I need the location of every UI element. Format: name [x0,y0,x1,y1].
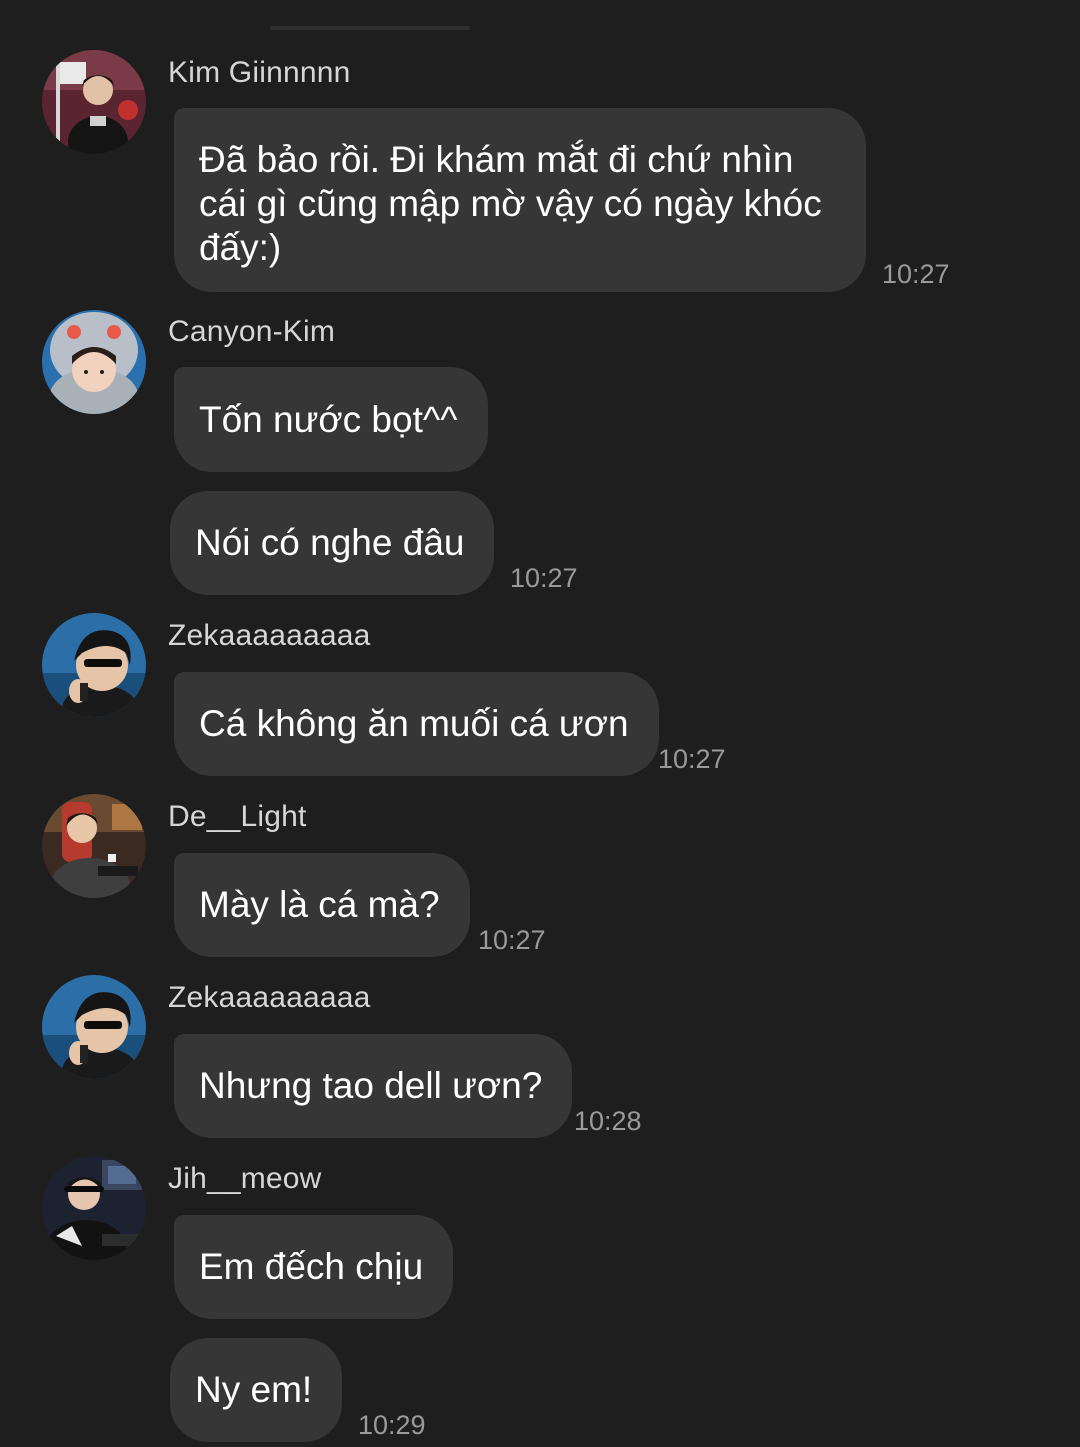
message-bubble[interactable]: Nói có nghe đâu [170,491,495,595]
avatar-canyon-kim[interactable] [42,310,146,414]
message-bubble[interactable]: Ny em! [170,1338,343,1442]
message-bubble[interactable]: Em đếch chịu [174,1215,454,1319]
message-timestamp: 10:28 [574,1106,642,1136]
message-bubble[interactable]: Mày là cá mà? [174,853,470,957]
message-bubble[interactable]: Tốn nước bọt^^ [174,367,488,472]
avatar-de-light[interactable] [42,794,146,898]
sender-name: De__Light [168,800,307,833]
message-timestamp: 10:27 [478,925,546,955]
avatar-zekaaaaaaaaa[interactable] [42,975,146,1079]
avatar-jih-meow[interactable] [42,1156,146,1260]
sender-name: Canyon-Kim [168,315,336,348]
message-timestamp: 10:29 [358,1410,426,1440]
avatar-zekaaaaaaaaa[interactable] [42,613,146,717]
sender-name: Kim Giinnnnn [168,56,351,89]
message-timestamp: 10:27 [882,259,950,289]
message-timestamp: 10:27 [658,744,726,774]
message-timestamp: 10:27 [510,563,578,593]
sender-name: Zekaaaaaaaaa [168,619,371,652]
message-bubble[interactable]: Đã bảo rồi. Đi khám mắt đi chứ nhìn cái … [174,108,866,292]
message-bubble[interactable]: Cá không ăn muối cá ươn [174,672,659,776]
sender-name: Zekaaaaaaaaa [168,981,371,1014]
scroll-divider [270,26,470,30]
message-bubble[interactable]: Nhưng tao dell ươn? [174,1034,573,1138]
avatar-kim-giinnnnn[interactable] [42,50,146,154]
sender-name: Jih__meow [168,1162,322,1195]
